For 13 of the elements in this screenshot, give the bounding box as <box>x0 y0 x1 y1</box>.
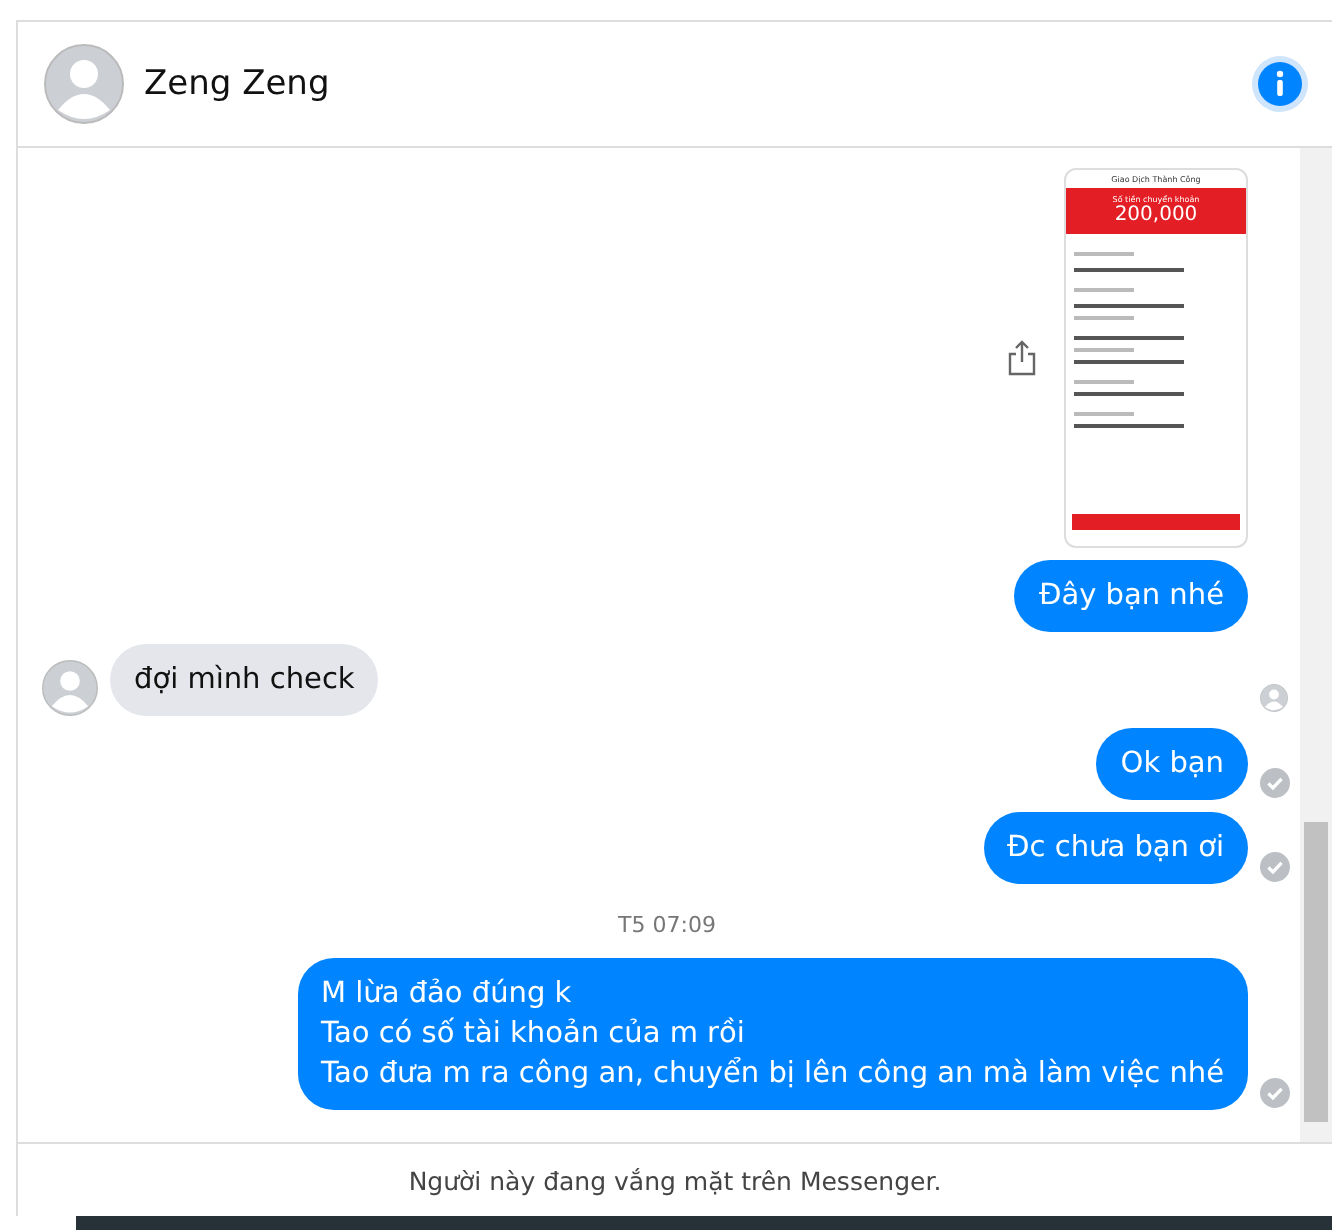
sender-avatar <box>42 660 98 716</box>
message-bubble: đợi mình check <box>110 644 379 716</box>
message-bubble: Ok bạn <box>1096 728 1248 800</box>
contact-avatar <box>44 44 124 124</box>
message-bubble: Đc chưa bạn ơi <box>983 812 1248 884</box>
scrollbar[interactable] <box>1300 148 1332 1142</box>
contact-name: Zeng Zeng <box>144 64 332 104</box>
share-icon[interactable] <box>1008 340 1036 376</box>
amount-value: 200,000 <box>1114 204 1198 226</box>
timestamp: T5 07:09 <box>616 912 718 938</box>
info-icon[interactable] <box>1252 56 1308 112</box>
message-bubble: M lừa đảo đúng k Tao có số tài khoản của m rồi Tao đưa m ra công an, chuyển bị lên công an mà làm việc nhé <box>297 958 1248 1110</box>
message-bubble: Đây bạn nhé <box>1014 560 1248 632</box>
